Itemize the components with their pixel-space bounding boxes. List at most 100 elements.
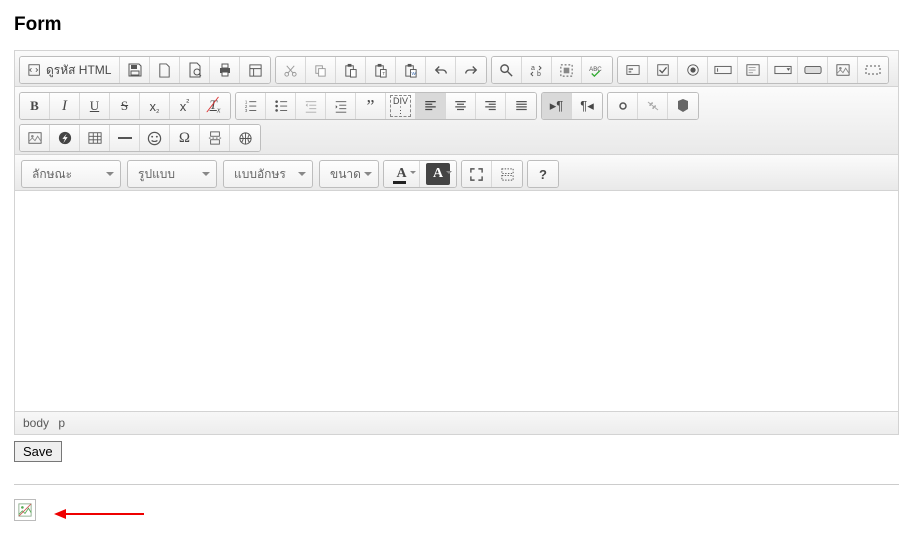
rtl-button[interactable]: ¶◂ <box>572 93 602 119</box>
path-body[interactable]: body <box>23 416 49 430</box>
showblocks-button[interactable] <box>492 161 522 187</box>
smiley-icon <box>147 131 162 146</box>
selectall-button[interactable] <box>552 57 582 83</box>
alignleft-button[interactable] <box>416 93 446 119</box>
svg-text:3: 3 <box>244 108 247 113</box>
submit-save-button[interactable]: Save <box>14 441 62 462</box>
hr-button[interactable] <box>110 125 140 151</box>
textarea-icon <box>745 63 761 77</box>
spellcheck-button[interactable]: ABC <box>582 57 612 83</box>
iframe-button[interactable] <box>230 125 260 151</box>
div-button[interactable]: DIV⋮ <box>386 93 416 119</box>
group-source: ดูรหัส HTML <box>19 56 271 84</box>
cut-button[interactable] <box>276 57 306 83</box>
outdent-button[interactable] <box>296 93 326 119</box>
hiddenfield-button[interactable] <box>858 57 888 83</box>
italic-button[interactable]: I <box>50 93 80 119</box>
paste-text-button[interactable]: T <box>366 57 396 83</box>
form-button[interactable] <box>618 57 648 83</box>
print-icon <box>217 62 233 78</box>
numberlist-button[interactable]: 123 <box>236 93 266 119</box>
annotation-arrow <box>54 507 144 521</box>
radio-button[interactable] <box>678 57 708 83</box>
pagebreak-icon <box>207 131 223 145</box>
pagebreak-button[interactable] <box>200 125 230 151</box>
page-title: Form <box>14 14 899 36</box>
removeformat-button[interactable]: ╱Tx <box>200 93 230 119</box>
link-button[interactable] <box>608 93 638 119</box>
underline-button[interactable]: U <box>80 93 110 119</box>
bold-button[interactable]: B <box>20 93 50 119</box>
alignleft-icon <box>423 99 438 113</box>
find-button[interactable] <box>492 57 522 83</box>
anchor-button[interactable] <box>668 93 698 119</box>
format-combo[interactable]: รูปแบบ <box>127 160 217 188</box>
divider <box>14 484 899 485</box>
copy-button[interactable] <box>306 57 336 83</box>
flash-icon <box>58 131 72 145</box>
toolbar-row-1: ดูรหัส HTML T W ab ABC <box>15 51 898 87</box>
svg-text:a: a <box>531 65 535 72</box>
alignright-button[interactable] <box>476 93 506 119</box>
indent-icon <box>333 99 349 113</box>
about-button[interactable]: ? <box>528 161 558 187</box>
bulletlist-button[interactable] <box>266 93 296 119</box>
source-button[interactable]: ดูรหัส HTML <box>20 57 120 83</box>
format-label: รูปแบบ <box>138 165 175 184</box>
aligncenter-icon <box>453 99 468 113</box>
button-button[interactable] <box>798 57 828 83</box>
textcolor-button[interactable]: A <box>384 161 420 187</box>
cut-icon <box>283 63 298 78</box>
font-combo[interactable]: แบบอักษร <box>223 160 313 188</box>
paste-word-button[interactable]: W <box>396 57 426 83</box>
subscript-button[interactable]: x₂ <box>140 93 170 119</box>
hr-icon <box>117 134 133 142</box>
source-icon <box>28 63 42 77</box>
undo-button[interactable] <box>426 57 456 83</box>
styles-combo[interactable]: ลักษณะ <box>21 160 121 188</box>
image-button[interactable] <box>20 125 50 151</box>
aligncenter-button[interactable] <box>446 93 476 119</box>
smiley-button[interactable] <box>140 125 170 151</box>
indent-button[interactable] <box>326 93 356 119</box>
group-insert: Ω <box>19 124 261 152</box>
link-icon <box>615 100 631 112</box>
print-button[interactable] <box>210 57 240 83</box>
imagebutton-button[interactable] <box>828 57 858 83</box>
bgcolor-button[interactable]: A <box>420 161 456 187</box>
path-p[interactable]: p <box>58 416 65 430</box>
maximize-button[interactable] <box>462 161 492 187</box>
specialchar-button[interactable]: Ω <box>170 125 200 151</box>
preview-icon <box>187 62 203 78</box>
unlink-button[interactable] <box>638 93 668 119</box>
hiddenfield-icon <box>865 64 881 76</box>
justify-button[interactable] <box>506 93 536 119</box>
editor-content[interactable] <box>15 191 898 411</box>
blockquote-button[interactable]: ” <box>356 93 386 119</box>
spellcheck-icon: ABC <box>588 63 606 77</box>
strike-button[interactable]: S <box>110 93 140 119</box>
svg-text:ABC: ABC <box>590 66 603 73</box>
superscript-button[interactable]: x² <box>170 93 200 119</box>
textfield-button[interactable] <box>708 57 738 83</box>
flash-button[interactable] <box>50 125 80 151</box>
ltr-button[interactable]: ▸¶ <box>542 93 572 119</box>
editor: ดูรหัส HTML T W ab ABC <box>14 50 899 435</box>
copy-icon <box>313 63 328 78</box>
select-button[interactable] <box>768 57 798 83</box>
newpage-button[interactable] <box>150 57 180 83</box>
redo-button[interactable] <box>456 57 486 83</box>
templates-button[interactable] <box>240 57 270 83</box>
replace-button[interactable]: ab <box>522 57 552 83</box>
anchor-icon <box>676 98 690 114</box>
table-button[interactable] <box>80 125 110 151</box>
svg-text:b: b <box>537 71 541 78</box>
numberlist-icon: 123 <box>243 99 259 113</box>
save-button[interactable] <box>120 57 150 83</box>
paste-button[interactable] <box>336 57 366 83</box>
checkbox-button[interactable] <box>648 57 678 83</box>
size-combo[interactable]: ขนาด <box>319 160 379 188</box>
group-list: 123 ” DIV⋮ <box>235 92 537 120</box>
preview-button[interactable] <box>180 57 210 83</box>
textarea-button[interactable] <box>738 57 768 83</box>
